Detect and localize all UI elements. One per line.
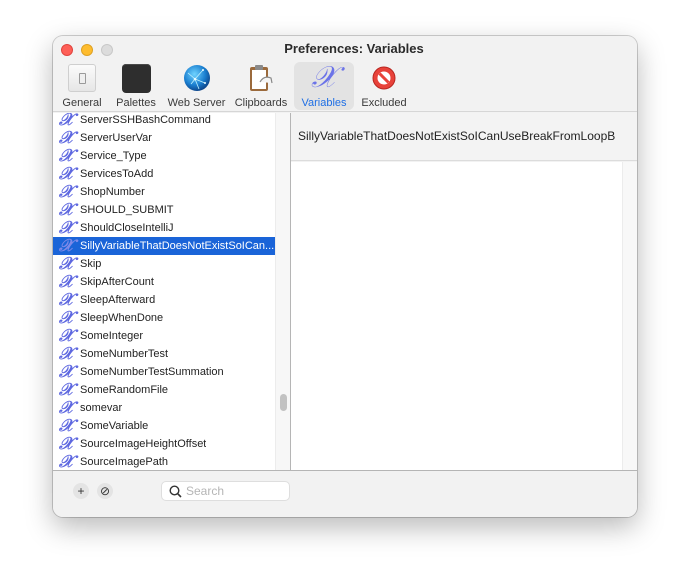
search-icon [169, 485, 182, 498]
variable-name-label: SourceImageHeightOffset [80, 438, 207, 450]
variable-name-label: ShouldCloseIntelliJ [80, 222, 174, 234]
variable-x-icon: 𝒳 [59, 182, 74, 202]
variable-name-label: SillyVariableThatDoesNotExistSoICan... [80, 240, 275, 252]
list-item[interactable]: 𝒳 Skip [53, 255, 276, 273]
variable-name-label: SomeRandomFile [80, 384, 169, 396]
remove-variable-button[interactable]: ⊘ [97, 483, 113, 499]
tab-clipboards[interactable]: Clipboards [228, 62, 294, 110]
list-item[interactable]: 𝒳 SleepWhenDone [53, 309, 276, 327]
variable-name-label: SomeInteger [80, 330, 143, 342]
list-item[interactable]: 𝒳 SomeNumberTest [53, 345, 276, 363]
tab-label: Excluded [361, 97, 407, 109]
variable-name-label: ShopNumber [80, 186, 145, 198]
list-item[interactable]: 𝒳 ServicesToAdd [53, 165, 276, 183]
palettes-icon [121, 63, 151, 93]
variable-name-label: somevar [80, 402, 123, 414]
variable-name-label: SkipAfterCount [80, 276, 154, 288]
general-switch-icon [67, 63, 97, 93]
list-item[interactable]: 𝒳 SkipAfterCount [53, 273, 276, 291]
variables-list-rows: 𝒳 ServerSSHBashCommand 𝒳 ServerUserVar 𝒳 Serv… [53, 113, 276, 470]
window-title: Preferences: Variables [284, 41, 424, 56]
variable-name-label: ServerSSHBashCommand [80, 114, 211, 126]
variable-x-icon: 𝒳 [59, 452, 74, 471]
variable-x-icon: 𝒳 [59, 236, 74, 256]
variable-name-header: SillyVariableThatDoesNotExistSoICanUseBr… [291, 113, 637, 161]
variable-x-icon: 𝒳 [59, 218, 74, 238]
variable-x-icon: 𝒳 [59, 344, 74, 364]
tab-label: Variables [301, 97, 347, 109]
variable-name-label: ServicesToAdd [80, 168, 154, 180]
variable-value-editor[interactable] [291, 162, 622, 470]
variables-list[interactable]: 𝒳 ServerSSHBashCommand 𝒳 ServerUserVar 𝒳 Serv… [53, 113, 279, 470]
tab-general[interactable]: General [57, 62, 107, 110]
list-item[interactable]: 𝒳 ShopNumber [53, 183, 276, 201]
variable-x-icon: 𝒳 [59, 146, 74, 166]
variable-x-icon: 𝒳 [59, 308, 74, 328]
variable-x-icon: 𝒳 [59, 128, 74, 148]
variable-x-icon: 𝒳 [59, 113, 74, 130]
variable-x-icon: 𝒳 [59, 434, 74, 454]
variables-list-scrollbar[interactable] [275, 113, 290, 470]
web-server-globe-icon [182, 63, 212, 93]
tab-excluded[interactable]: Excluded [354, 62, 414, 110]
tab-label: Web Server [167, 97, 226, 109]
search-field[interactable] [161, 481, 290, 501]
tab-label: Palettes [116, 97, 156, 109]
variable-x-icon: 𝒳 [59, 290, 74, 310]
tab-label: General [62, 97, 102, 109]
variable-name-label: ServerUserVar [80, 132, 152, 144]
list-item[interactable]: 𝒳 ServerSSHBashCommand [53, 113, 276, 129]
variable-name-label: SHOULD_SUBMIT [80, 204, 174, 216]
list-item[interactable]: 𝒳 SomeVariable [53, 417, 276, 435]
list-item[interactable]: 𝒳 SomeNumberTestSummation [53, 363, 276, 381]
list-item[interactable]: 𝒳 Service_Type [53, 147, 276, 165]
search-input[interactable] [186, 483, 286, 499]
variable-x-icon: 𝒳 [311, 60, 337, 95]
variable-x-icon: 𝒳 [59, 272, 74, 292]
excluded-prohibited-icon [369, 63, 399, 93]
variable-x-icon: 𝒳 [59, 200, 74, 220]
variable-name[interactable]: SillyVariableThatDoesNotExistSoICanUseBr… [298, 129, 615, 143]
list-item[interactable]: 𝒳somevar [53, 399, 276, 417]
variable-x-icon: 𝒳 [59, 380, 74, 400]
title-bar: Preferences: Variables General Palettes [53, 36, 637, 112]
list-item-selected[interactable]: 𝒳 SillyVariableThatDoesNotExistSoICan... [53, 237, 276, 255]
variable-detail-pane: SillyVariableThatDoesNotExistSoICanUseBr… [291, 113, 637, 470]
tab-label: Clipboards [234, 97, 288, 109]
list-item[interactable]: 𝒳 SourceImagePath [53, 452, 276, 471]
variable-name-label: SleepAfterward [80, 294, 156, 306]
list-item[interactable]: 𝒳 ShouldCloseIntelliJ [53, 219, 276, 237]
preferences-toolbar: General Palettes Web Server Clipboards 𝒳… [57, 62, 414, 110]
variable-name-label: Skip [80, 258, 102, 270]
variable-x-icon: 𝒳 [59, 254, 74, 274]
list-item[interactable]: 𝒳 SHOULD_SUBMIT [53, 201, 276, 219]
variable-x-icon: 𝒳 [59, 326, 74, 346]
bottom-bar: + ⊘ [53, 471, 637, 517]
preferences-window: Preferences: Variables General Palettes [53, 36, 637, 517]
variable-name-label: SleepWhenDone [80, 312, 164, 324]
variable-name-label: SomeNumberTest [80, 348, 169, 360]
list-item[interactable]: 𝒳 SleepAfterward [53, 291, 276, 309]
variable-x-icon: 𝒳 [59, 398, 74, 418]
clipboard-icon [246, 63, 276, 93]
variable-name-label: SourceImagePath [80, 456, 169, 468]
tab-palettes[interactable]: Palettes [107, 62, 165, 110]
variable-value-scrollbar[interactable] [622, 162, 637, 470]
variable-x-icon: 𝒳 [59, 164, 74, 184]
variable-x-icon: 𝒳 [59, 362, 74, 382]
variable-name-label: SomeNumberTestSummation [80, 366, 224, 378]
variable-name-label: SomeVariable [80, 420, 149, 432]
list-item[interactable]: 𝒳 SourceImageHeightOffset [53, 435, 276, 453]
list-item[interactable]: 𝒳 SomeRandomFile [53, 381, 276, 399]
scrollbar-thumb[interactable] [280, 394, 287, 411]
list-item[interactable]: 𝒳 ServerUserVar [53, 129, 276, 147]
tab-web-server[interactable]: Web Server [165, 62, 228, 110]
tab-variables[interactable]: 𝒳 Variables [294, 62, 354, 110]
variable-x-icon: 𝒳 [59, 416, 74, 436]
variable-name-label: Service_Type [80, 150, 147, 162]
add-variable-button[interactable]: + [73, 483, 89, 499]
list-item[interactable]: 𝒳 SomeInteger [53, 327, 276, 345]
